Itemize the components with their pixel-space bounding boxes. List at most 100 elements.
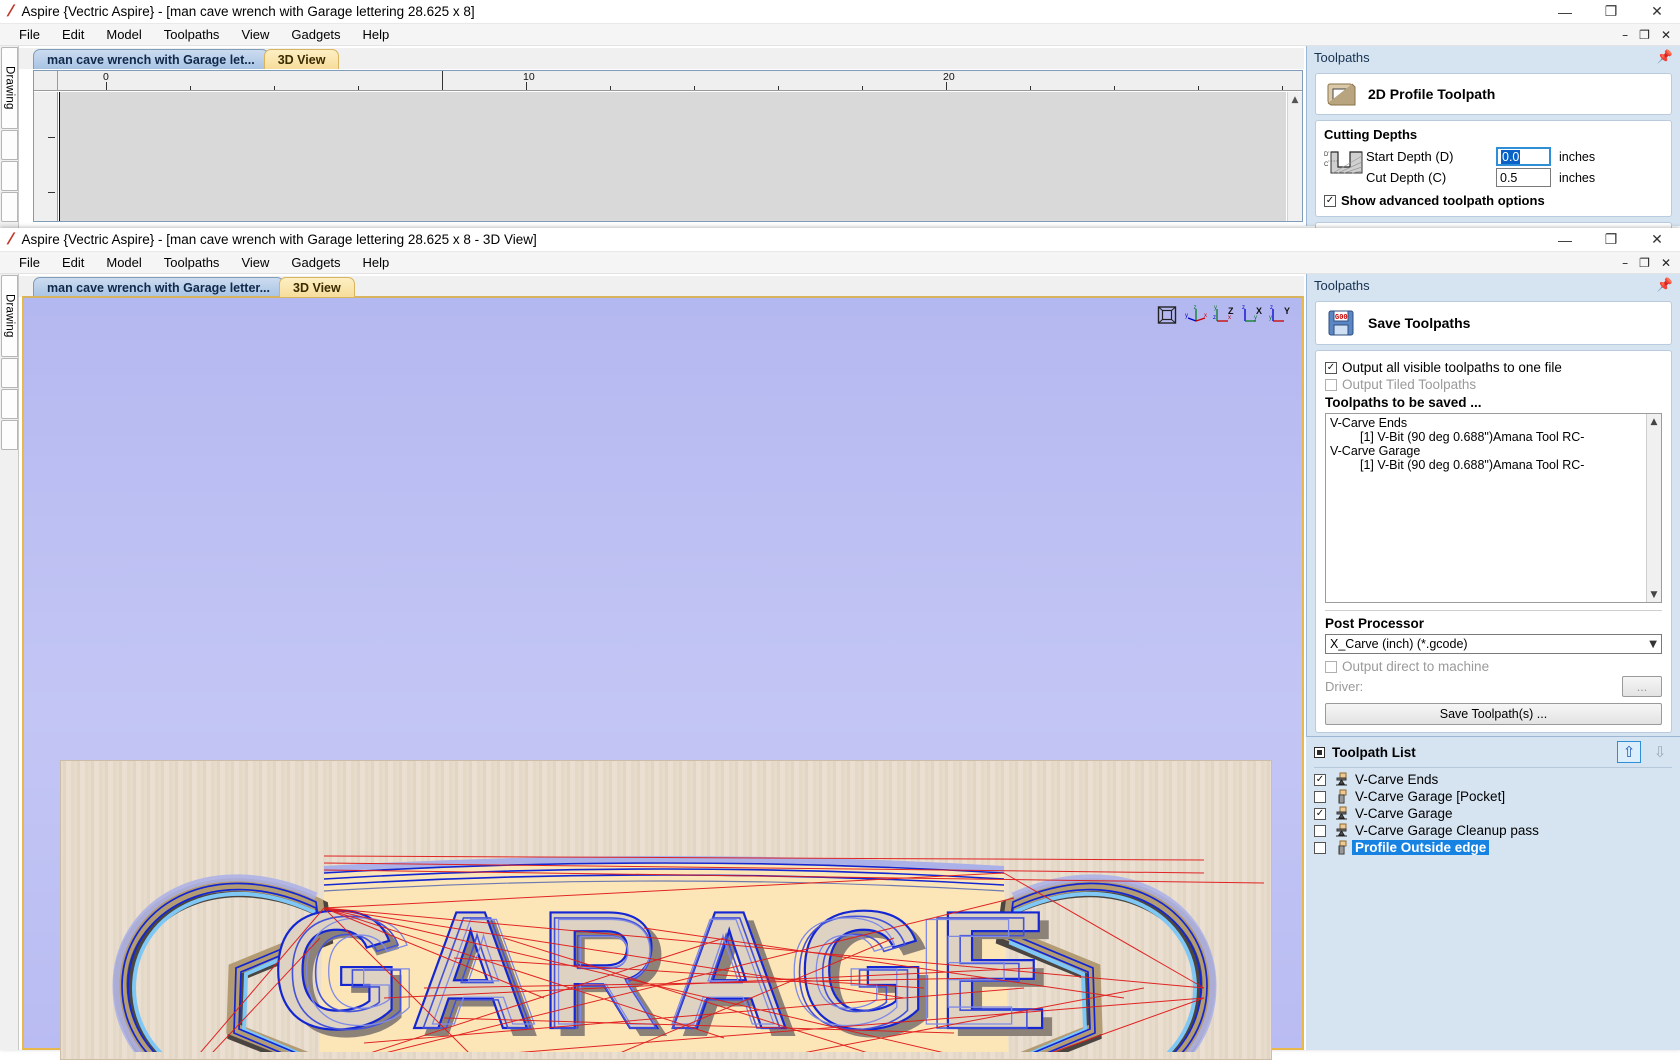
- sidebar-tab-drawing[interactable]: Drawing: [1, 275, 18, 357]
- output-all-row[interactable]: ✓ Output all visible toolpaths to one fi…: [1325, 360, 1662, 375]
- start-depth-input[interactable]: 0.0: [1496, 147, 1551, 166]
- output-tiled-label: Output Tiled Toolpaths: [1342, 377, 1477, 392]
- menu-view[interactable]: View: [230, 25, 280, 44]
- maximize-button[interactable]: ❐: [1588, 228, 1634, 251]
- menu-view[interactable]: View: [230, 253, 280, 272]
- foreground-window-controls[interactable]: — ❐ ✕: [1542, 228, 1680, 251]
- move-up-button[interactable]: ⇧: [1617, 741, 1641, 763]
- menu-model[interactable]: Model: [95, 253, 152, 272]
- scroll-down-icon[interactable]: ▼: [1647, 587, 1661, 602]
- toolpath-visible-checkbox[interactable]: [1314, 790, 1326, 803]
- foreground-menubar[interactable]: File Edit Model Toolpaths View Gadgets H…: [0, 252, 1680, 274]
- move-down-button[interactable]: ⇩: [1648, 741, 1672, 763]
- toolpath-name: V-Carve Garage: [1355, 806, 1453, 821]
- background-window-controls[interactable]: — ❐ ✕: [1542, 0, 1680, 23]
- minimize-button[interactable]: —: [1542, 0, 1588, 23]
- cut-depth-label: Cut Depth (C): [1366, 170, 1447, 185]
- foreground-left-dock: Drawing: [0, 274, 19, 1050]
- toolpath-name: V-Carve Garage [Pocket]: [1355, 789, 1506, 804]
- pin-icon[interactable]: 📌: [1657, 277, 1673, 293]
- toolpath-name: V-Carve Ends: [1355, 772, 1439, 787]
- svg-text:GARAGE: GARAGE: [300, 887, 1027, 1052]
- aspire-logo-icon: /: [6, 2, 15, 20]
- minimize-button[interactable]: —: [1542, 228, 1588, 251]
- background-document-tabs[interactable]: man cave wrench with Garage let... 3D Vi…: [19, 48, 1304, 69]
- toolpath-visible-checkbox[interactable]: ✓: [1314, 807, 1326, 820]
- menu-help[interactable]: Help: [352, 253, 401, 272]
- scroll-up-icon[interactable]: ▲: [1288, 92, 1302, 107]
- background-drawing-area: 0 10 20 ▲: [33, 70, 1303, 222]
- mdi-close-button[interactable]: ✕: [1661, 28, 1671, 42]
- foreground-mdi-controls[interactable]: – ❐ ✕: [1622, 256, 1680, 270]
- menu-toolpaths[interactable]: Toolpaths: [153, 25, 231, 44]
- 3d-viewport[interactable]: z x y y z x Z z y X z y Y GARAGE GARAGE …: [22, 296, 1304, 1060]
- mdi-restore-button[interactable]: ❐: [1639, 256, 1650, 270]
- pin-icon[interactable]: 📌: [1657, 49, 1673, 65]
- menu-file[interactable]: File: [8, 253, 51, 272]
- sidebar-tab-3[interactable]: [1, 161, 18, 191]
- save-toolpaths-card[interactable]: G00 Save Toolpaths: [1315, 301, 1672, 345]
- background-canvas-scrollbar[interactable]: ▲: [1287, 92, 1302, 221]
- toolpath-list-item[interactable]: Profile Outside edge: [1306, 839, 1680, 856]
- profile-icon: [1334, 840, 1349, 855]
- maximize-button[interactable]: ❐: [1588, 0, 1634, 23]
- cut-depth-input[interactable]: 0.5: [1496, 168, 1551, 187]
- menu-gadgets[interactable]: Gadgets: [280, 25, 351, 44]
- ruler-label-20: 20: [943, 71, 955, 83]
- toolpaths-to-be-saved-list[interactable]: V-Carve Ends [1] V-Bit (90 deg 0.688")Am…: [1325, 413, 1662, 603]
- sidebar-tab-2[interactable]: [1, 358, 18, 388]
- toolpath-visible-checkbox[interactable]: ✓: [1314, 773, 1326, 786]
- menu-edit[interactable]: Edit: [51, 25, 95, 44]
- toolpath-list-item[interactable]: ✓ V-Carve Ends: [1306, 771, 1680, 788]
- vertical-ruler: [34, 92, 58, 221]
- menu-edit[interactable]: Edit: [51, 253, 95, 272]
- mdi-close-button[interactable]: ✕: [1661, 256, 1671, 270]
- toolpath-list-item[interactable]: ✓ V-Carve Garage: [1306, 805, 1680, 822]
- svg-text:C: C: [1324, 162, 1329, 168]
- tab-document[interactable]: man cave wrench with Garage letter...: [33, 277, 285, 297]
- toolpath-list-item[interactable]: V-Carve Garage Cleanup pass: [1306, 822, 1680, 839]
- sidebar-tab-drawing[interactable]: Drawing: [1, 47, 18, 129]
- mdi-minimize-button[interactable]: –: [1622, 28, 1628, 42]
- menu-help[interactable]: Help: [352, 25, 401, 44]
- profile-toolpath-card[interactable]: 2D Profile Toolpath: [1315, 73, 1672, 115]
- sidebar-tab-3[interactable]: [1, 389, 18, 419]
- saved-item: V-Carve Ends: [1330, 416, 1408, 430]
- svg-text:G00: G00: [1335, 314, 1348, 322]
- wrench-artwork: GARAGE GARAGE GARAGE GARAGE GARAGE: [112, 855, 1265, 1052]
- toolpath-list-item[interactable]: V-Carve Garage [Pocket]: [1306, 788, 1680, 805]
- tab-3d-view[interactable]: 3D View: [279, 277, 355, 297]
- save-toolpaths-button[interactable]: Save Toolpath(s) ...: [1325, 703, 1662, 725]
- show-advanced-row[interactable]: ✓ Show advanced toolpath options: [1324, 193, 1663, 208]
- scroll-up-icon[interactable]: ▲: [1647, 414, 1661, 429]
- horizontal-ruler: 0 10 20: [58, 71, 1302, 91]
- close-button[interactable]: ✕: [1634, 228, 1680, 251]
- mdi-restore-button[interactable]: ❐: [1639, 28, 1650, 42]
- show-advanced-checkbox[interactable]: ✓: [1324, 194, 1336, 207]
- toolpath-name: V-Carve Garage Cleanup pass: [1355, 823, 1539, 838]
- tab-document[interactable]: man cave wrench with Garage let...: [33, 49, 269, 69]
- ruler-origin-box[interactable]: [34, 71, 58, 91]
- foreground-document-tabs[interactable]: man cave wrench with Garage letter... 3D…: [19, 276, 1304, 297]
- sidebar-tab-4[interactable]: [1, 420, 18, 450]
- post-processor-heading: Post Processor: [1325, 616, 1425, 631]
- close-button[interactable]: ✕: [1634, 0, 1680, 23]
- background-canvas[interactable]: [59, 92, 1286, 221]
- background-menubar[interactable]: File Edit Model Toolpaths View Gadgets H…: [0, 24, 1680, 46]
- mdi-minimize-button[interactable]: –: [1622, 256, 1628, 270]
- sidebar-tab-4[interactable]: [1, 192, 18, 222]
- toolpath-visible-checkbox[interactable]: [1314, 841, 1326, 854]
- chevron-down-icon[interactable]: ▼: [1649, 639, 1657, 650]
- post-processor-select[interactable]: X_Carve (inch) (*.gcode) ▼: [1325, 634, 1662, 654]
- sidebar-tab-2[interactable]: [1, 130, 18, 160]
- menu-gadgets[interactable]: Gadgets: [280, 253, 351, 272]
- output-tiled-checkbox: [1325, 378, 1337, 391]
- toolpath-visible-checkbox[interactable]: [1314, 824, 1326, 837]
- saved-list-scrollbar[interactable]: ▲ ▼: [1646, 414, 1661, 602]
- menu-model[interactable]: Model: [95, 25, 152, 44]
- menu-file[interactable]: File: [8, 25, 51, 44]
- output-all-checkbox[interactable]: ✓: [1325, 361, 1337, 374]
- tab-3d-view[interactable]: 3D View: [263, 49, 340, 69]
- menu-toolpaths[interactable]: Toolpaths: [153, 253, 231, 272]
- background-mdi-controls[interactable]: – ❐ ✕: [1622, 28, 1680, 42]
